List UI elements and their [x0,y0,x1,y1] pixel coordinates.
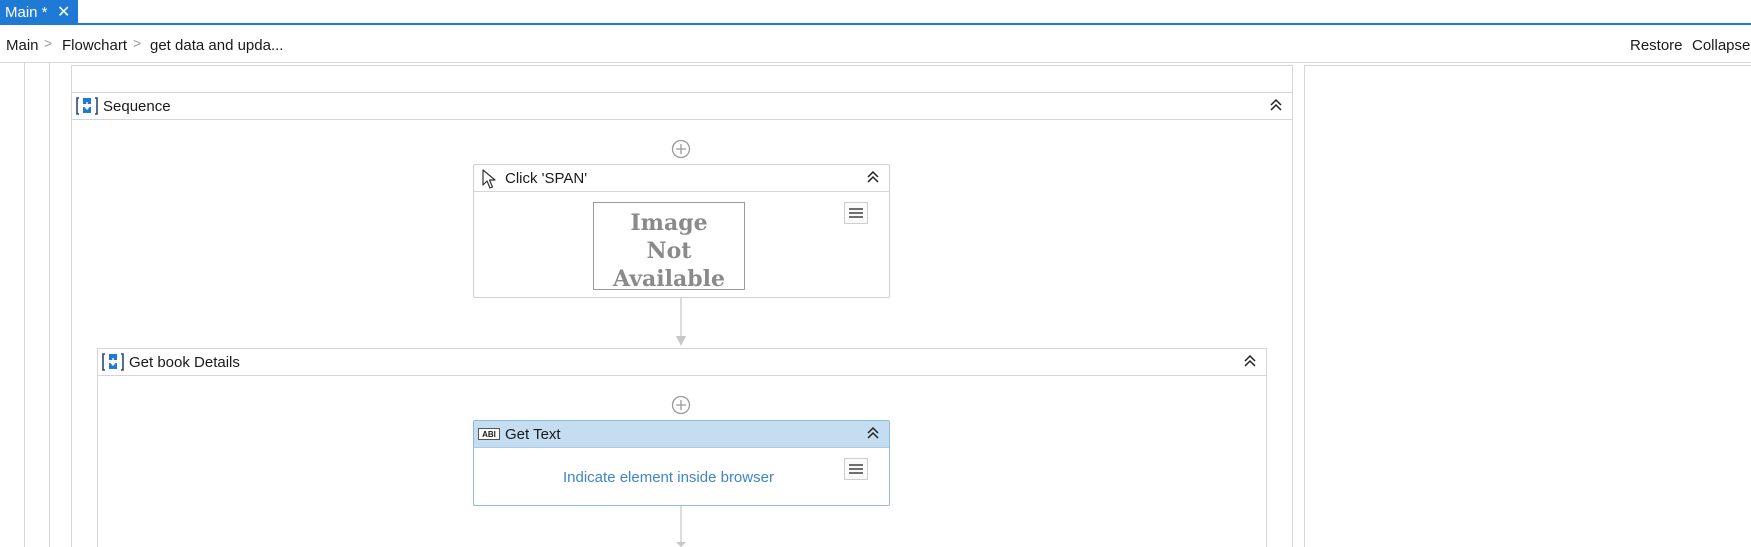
sequence-title: Sequence [103,98,171,115]
get-book-details-title: Get book Details [129,354,240,371]
container-border [24,63,25,547]
close-icon[interactable]: ✕ [57,0,70,25]
get-text-icon: ABI [478,428,500,440]
right-panel [1304,65,1751,547]
breadcrumb-item-current[interactable]: get data and upda... [150,37,283,54]
collapse-icon[interactable] [865,169,881,185]
breadcrumb-item-flowchart[interactable]: Flowchart [62,37,127,54]
add-activity-icon[interactable] [671,139,691,159]
tab-main[interactable]: Main * ✕ [0,0,78,25]
sequence-icon [102,353,124,371]
restore-button[interactable]: Restore [1630,37,1683,54]
get-text-title: Get Text [505,426,561,443]
sequence-header[interactable]: Sequence [72,93,1292,120]
click-activity[interactable]: Click 'SPAN' Image Not Available [473,164,890,298]
breadcrumb-item-main[interactable]: Main [6,37,39,54]
cursor-icon [482,169,496,189]
connector-arrow [676,506,686,547]
breadcrumb: Main > Flowchart > get data and upda... … [0,25,1751,63]
get-text-activity[interactable]: ABI Get Text Indicate element inside bro… [473,420,890,506]
add-activity-icon[interactable] [671,395,691,415]
connector-arrow [676,298,686,346]
collapse-icon[interactable] [865,425,881,441]
image-placeholder-line: Not [646,238,692,264]
indicate-element-link[interactable]: Indicate element inside browser [563,469,774,486]
image-placeholder-line: Available [613,266,725,292]
sequence-icon [76,97,98,115]
image-not-available: Image Not Available [593,202,745,292]
chevron-right-icon: > [133,35,142,51]
get-text-header[interactable]: ABI Get Text [474,421,889,448]
click-activity-title: Click 'SPAN' [505,170,588,187]
click-activity-header[interactable]: Click 'SPAN' [474,165,889,192]
image-placeholder-line: Image [630,210,708,236]
container-border [49,63,50,547]
tab-main-label: Main * [5,4,48,21]
collapse-icon[interactable] [1242,353,1258,369]
get-book-details-header[interactable]: Get book Details [98,349,1266,376]
tab-strip: Main * ✕ [0,0,1751,25]
collapse-button[interactable]: Collapse [1692,37,1750,54]
collapse-icon[interactable] [1268,97,1284,113]
options-menu-button[interactable] [844,458,868,480]
chevron-right-icon: > [44,35,53,51]
options-menu-button[interactable] [844,202,868,224]
